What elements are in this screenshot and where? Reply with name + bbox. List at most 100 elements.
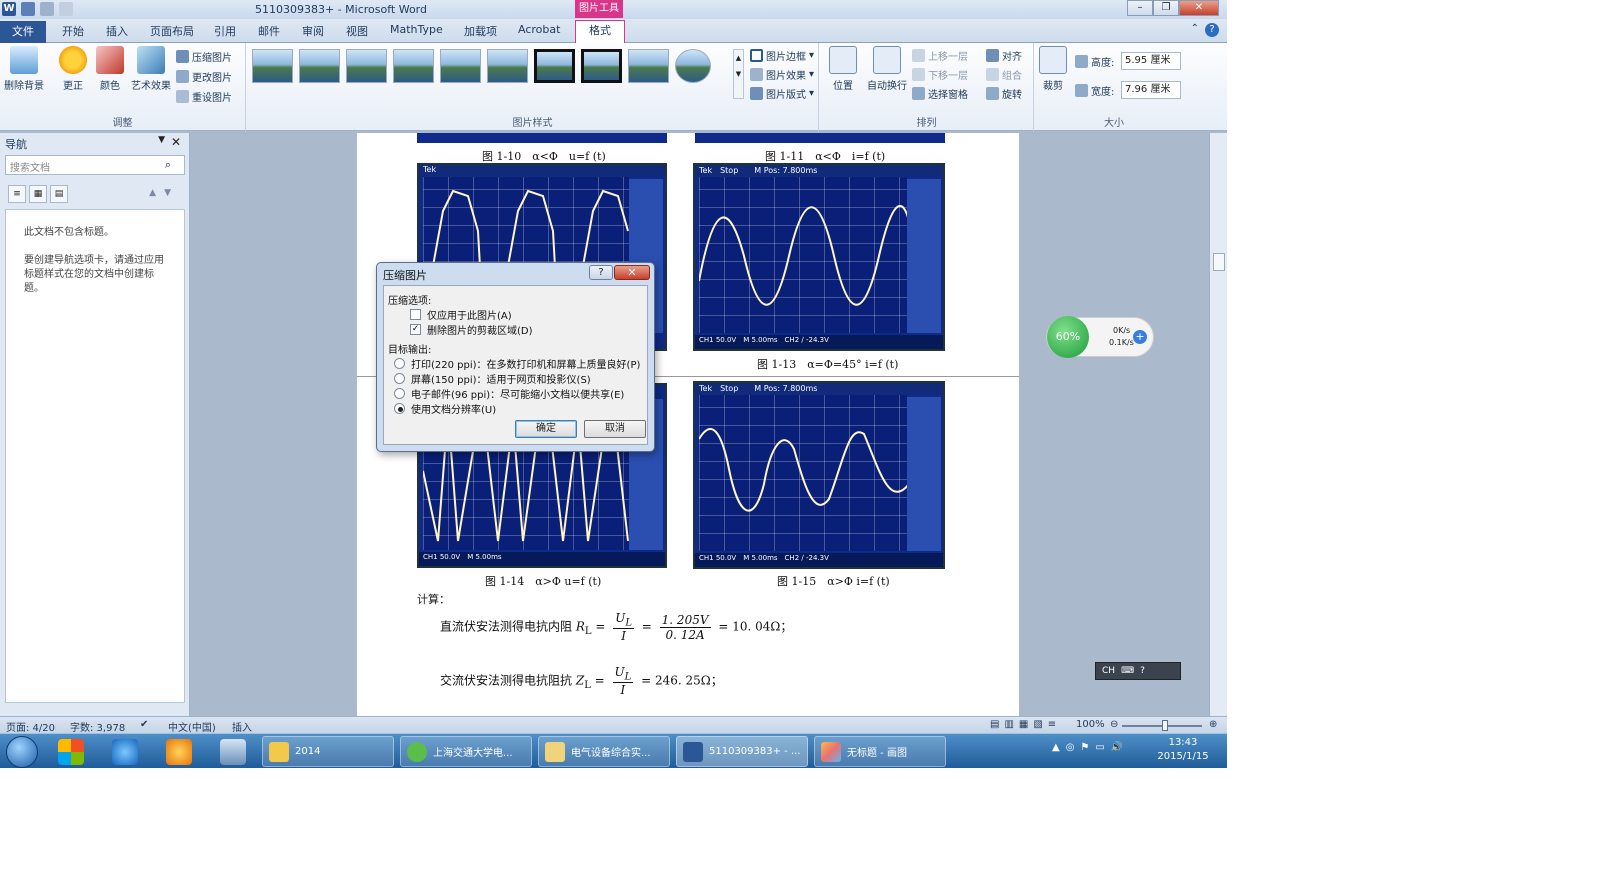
- figure-1-15[interactable]: Tek Stop M Pos: 7.800ms CH1 50.0V M 5.00…: [693, 381, 945, 569]
- tab-format[interactable]: 格式: [575, 20, 625, 44]
- ime-language-bar[interactable]: CH ⌨ ?: [1095, 662, 1181, 680]
- cancel-button[interactable]: 取消: [584, 420, 646, 438]
- status-words[interactable]: 字数: 3,978: [70, 719, 125, 734]
- picture-style-7[interactable]: [534, 49, 575, 83]
- crop-button[interactable]: 裁剪: [1035, 46, 1071, 92]
- remove-background-button[interactable]: 删除背景: [2, 46, 46, 92]
- height-input[interactable]: 5.95 厘米: [1121, 52, 1181, 70]
- media-center-icon[interactable]: [220, 739, 246, 765]
- vertical-scrollbar[interactable]: [1209, 133, 1227, 716]
- status-mode[interactable]: 插入: [232, 719, 252, 734]
- zoom-level[interactable]: 100%: [1076, 719, 1105, 730]
- nav-search-input[interactable]: 搜索文档: [5, 155, 185, 175]
- apply-only-checkbox[interactable]: 仅应用于此图片(A): [410, 307, 512, 322]
- color-button[interactable]: 颜色: [88, 46, 132, 92]
- figure-1-11-bottom[interactable]: [695, 133, 945, 143]
- pinned-app-icon[interactable]: [58, 739, 84, 765]
- plus-icon[interactable]: +: [1133, 330, 1147, 344]
- task-folder-2014[interactable]: 2014: [262, 736, 394, 767]
- spellcheck-icon[interactable]: ✔: [140, 719, 148, 730]
- task-search[interactable]: 电气设备综合实...: [538, 736, 670, 767]
- zoom-out-icon[interactable]: ⊖: [1110, 719, 1118, 730]
- task-paint[interactable]: 无标题 - 画图: [814, 736, 946, 767]
- tab-acrobat[interactable]: Acrobat: [518, 23, 560, 36]
- align-button[interactable]: 对齐: [986, 47, 1022, 64]
- word-app-icon[interactable]: W: [2, 2, 16, 16]
- ribbon-minimize-icon[interactable]: ⌃: [1191, 23, 1199, 34]
- tab-mathtype[interactable]: MathType: [390, 23, 443, 36]
- tab-page-layout[interactable]: 页面布局: [150, 23, 194, 39]
- artistic-effects-button[interactable]: 艺术效果: [127, 46, 175, 92]
- clock[interactable]: 13:43 2015/1/15: [1148, 736, 1218, 764]
- dialog-help-button[interactable]: ?: [589, 265, 613, 280]
- picture-effects-button[interactable]: 图片效果 ▾: [750, 66, 814, 83]
- rotate-button[interactable]: 旋转: [986, 85, 1022, 102]
- start-button[interactable]: [6, 736, 38, 768]
- save-icon[interactable]: [21, 2, 35, 16]
- redo-icon[interactable]: [59, 2, 73, 16]
- picture-style-9[interactable]: [628, 49, 669, 83]
- nav-prev-next-icons[interactable]: ▲▼: [149, 188, 179, 198]
- target-email-radio[interactable]: 电子邮件(96 ppi)：尽可能缩小文档以便共享(E): [394, 386, 624, 401]
- tab-insert[interactable]: 插入: [106, 23, 128, 39]
- tab-home[interactable]: 开始: [62, 23, 84, 39]
- figure-1-10-bottom[interactable]: [417, 133, 667, 143]
- status-page[interactable]: 页面: 4/20: [6, 719, 55, 734]
- tab-mailings[interactable]: 邮件: [258, 23, 280, 39]
- close-button[interactable]: ✕: [1179, 0, 1219, 16]
- picture-style-10[interactable]: [675, 49, 711, 83]
- gallery-scroll-control[interactable]: ▲ ▼: [733, 49, 744, 99]
- keyboard-icon[interactable]: ⌨: [1121, 666, 1134, 676]
- change-picture-button[interactable]: 更改图片: [176, 68, 232, 85]
- picture-style-1[interactable]: [252, 49, 293, 83]
- view-mode-icons[interactable]: ▤▥▦▧≡: [990, 719, 1061, 730]
- browser-icon[interactable]: [166, 739, 192, 765]
- ime-help-icon[interactable]: ?: [1140, 666, 1145, 676]
- target-print-radio[interactable]: 打印(220 ppi)：在多数打印机和屏幕上质量良好(P): [394, 356, 640, 371]
- nav-results-tab[interactable]: ▤: [50, 185, 68, 203]
- nav-options-icon[interactable]: ▼: [158, 135, 165, 145]
- nav-pages-tab[interactable]: ▦: [29, 185, 47, 203]
- dialog-close-button[interactable]: ✕: [614, 265, 650, 280]
- tab-references[interactable]: 引用: [214, 23, 236, 39]
- help-icon[interactable]: ?: [1205, 23, 1219, 37]
- tab-addins[interactable]: 加载项: [464, 23, 497, 39]
- maximize-button[interactable]: ❐: [1153, 0, 1179, 16]
- wrap-text-button[interactable]: 自动换行: [864, 46, 910, 92]
- internet-explorer-icon[interactable]: [112, 739, 138, 765]
- picture-style-8[interactable]: [581, 49, 622, 83]
- minimize-button[interactable]: –: [1127, 0, 1153, 16]
- tab-file[interactable]: 文件: [0, 21, 46, 43]
- task-browser[interactable]: 上海交通大学电...: [400, 736, 532, 767]
- network-speed-widget[interactable]: 60% 0K/s 0.1K/s +: [1046, 316, 1154, 358]
- zoom-slider-knob[interactable]: [1162, 720, 1168, 731]
- status-language[interactable]: 中文(中国): [168, 719, 216, 734]
- picture-style-5[interactable]: [440, 49, 481, 83]
- tab-view[interactable]: 视图: [346, 23, 368, 39]
- picture-style-4[interactable]: [393, 49, 434, 83]
- width-input[interactable]: 7.96 厘米: [1121, 81, 1181, 99]
- picture-border-button[interactable]: 图片边框 ▾: [750, 47, 814, 64]
- system-tray-icons[interactable]: ▲◎⚑▭🔊: [1052, 742, 1129, 753]
- nav-headings-tab[interactable]: ≡: [8, 185, 26, 203]
- bring-forward-button[interactable]: 上移一层: [912, 47, 968, 64]
- compress-pictures-button[interactable]: 压缩图片: [176, 48, 232, 65]
- target-document-radio[interactable]: 使用文档分辨率(U): [394, 401, 496, 416]
- picture-style-2[interactable]: [299, 49, 340, 83]
- delete-cropped-checkbox[interactable]: ✓ 删除图片的剪裁区域(D): [410, 322, 533, 337]
- picture-style-3[interactable]: [346, 49, 387, 83]
- search-icon[interactable]: ⌕: [165, 158, 171, 172]
- tab-review[interactable]: 审阅: [302, 23, 324, 39]
- ok-button[interactable]: 确定: [515, 420, 577, 438]
- selection-pane-button[interactable]: 选择窗格: [912, 85, 968, 102]
- task-word[interactable]: 5110309383+ - ...: [676, 736, 808, 767]
- scrollbar-thumb[interactable]: [1213, 253, 1225, 271]
- nav-close-icon[interactable]: ✕: [171, 135, 181, 149]
- reset-picture-button[interactable]: 重设图片: [176, 88, 232, 105]
- zoom-in-icon[interactable]: ⊕: [1209, 719, 1217, 730]
- target-screen-radio[interactable]: 屏幕(150 ppi)：适用于网页和投影仪(S): [394, 371, 591, 386]
- undo-icon[interactable]: [40, 2, 54, 16]
- group-objects-button[interactable]: 组合: [986, 66, 1022, 83]
- picture-layout-button[interactable]: 图片版式 ▾: [750, 85, 814, 102]
- send-backward-button[interactable]: 下移一层: [912, 66, 968, 83]
